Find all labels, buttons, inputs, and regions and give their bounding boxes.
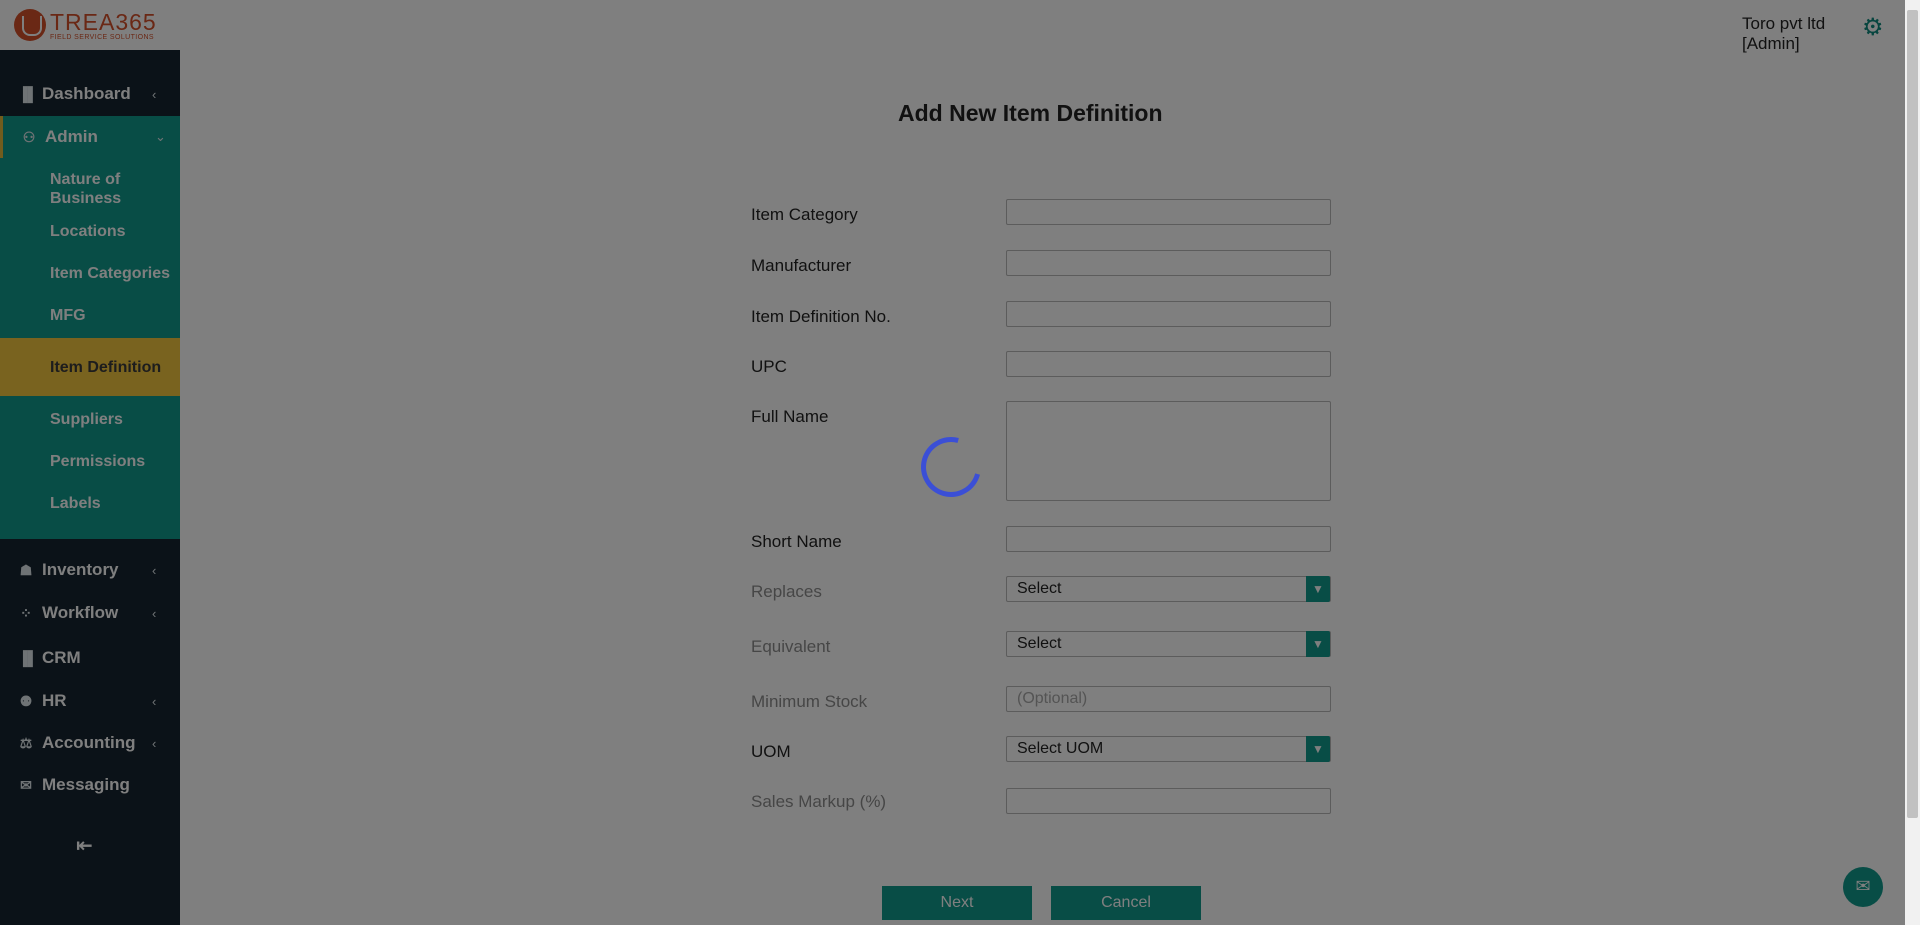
- scrollbar-thumb[interactable]: [1907, 10, 1918, 818]
